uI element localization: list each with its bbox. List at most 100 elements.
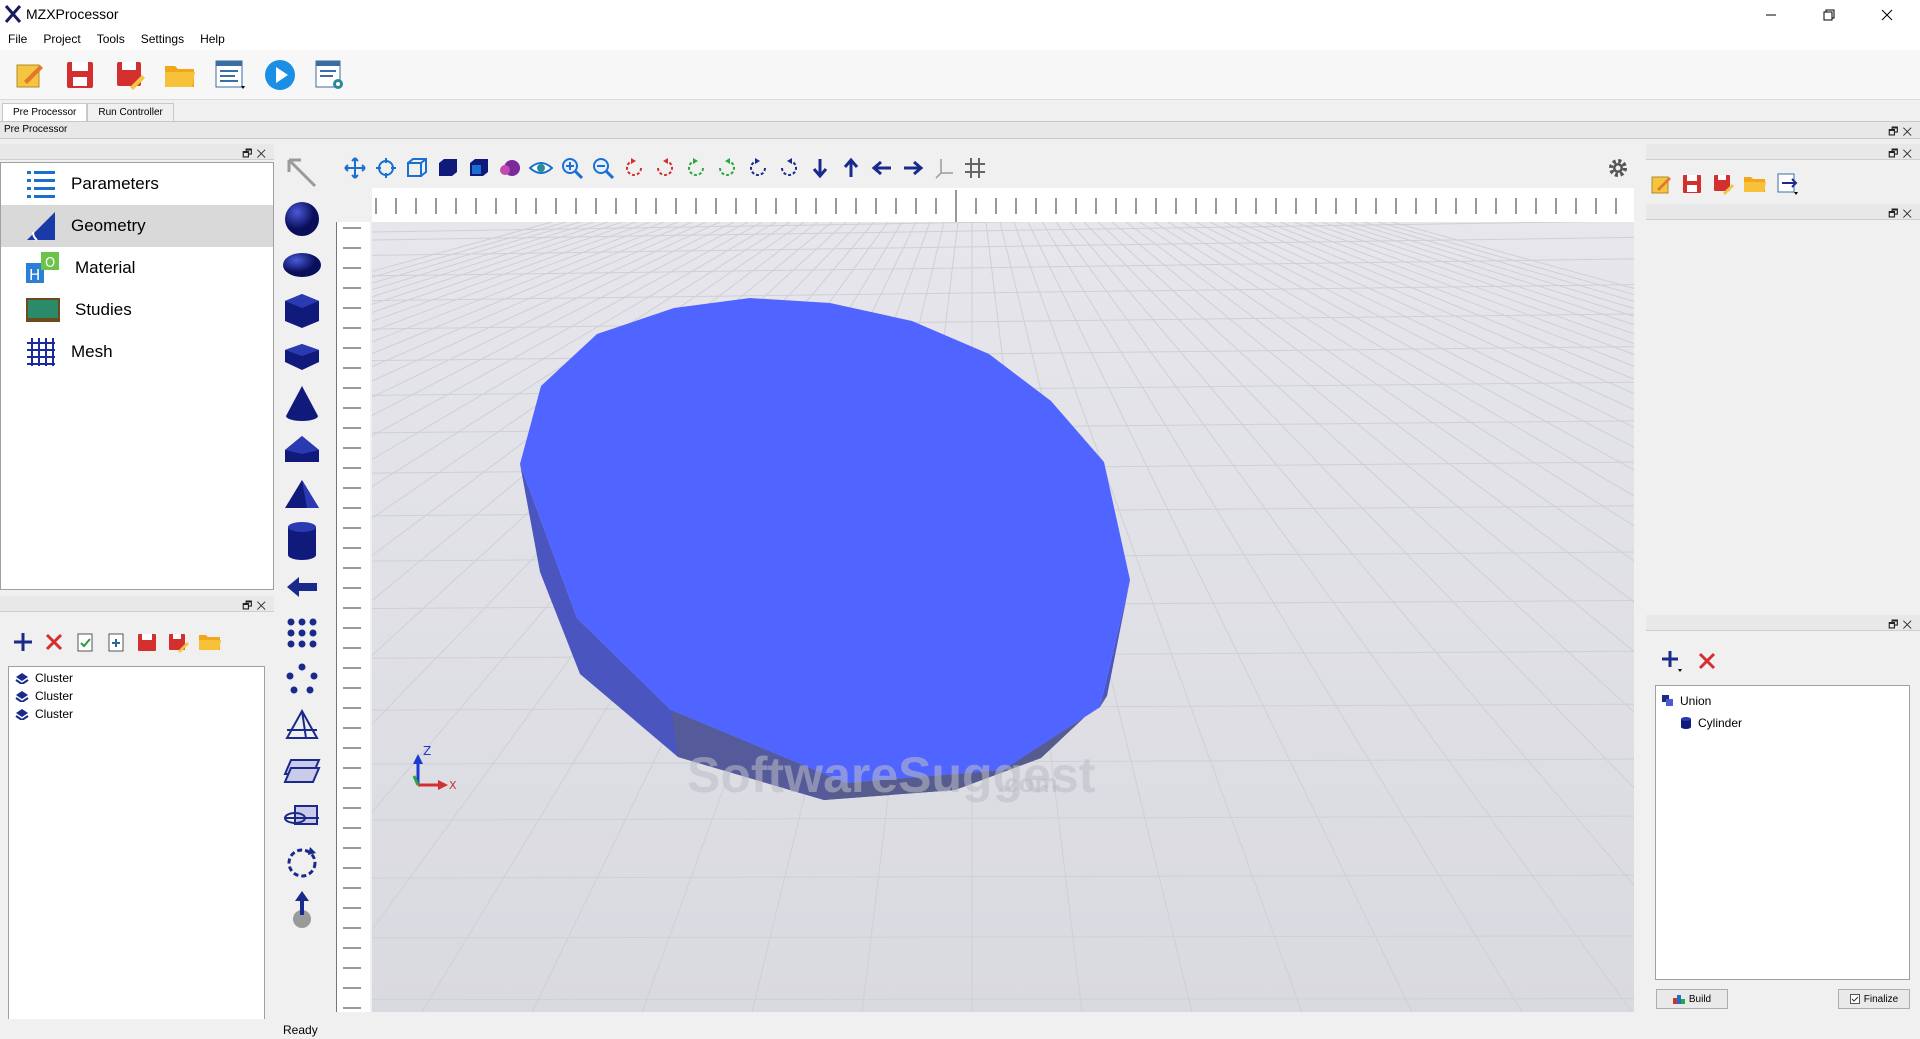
close-window-button[interactable]: [1858, 0, 1916, 30]
shape-toolbar: [276, 150, 328, 1020]
cone-button[interactable]: [276, 380, 328, 426]
rotate-x-cw-button[interactable]: [652, 156, 677, 181]
save-button-right[interactable]: [1681, 173, 1703, 195]
extrude-button[interactable]: [276, 564, 328, 610]
center-view-button[interactable]: [373, 156, 398, 181]
properties-button[interactable]: [210, 55, 250, 95]
box-button[interactable]: [276, 288, 328, 334]
pan-button[interactable]: [342, 156, 367, 181]
tree-node-label: Union: [1680, 694, 1712, 708]
save-as-button-right[interactable]: [1712, 173, 1734, 195]
rotate-y-cw-button[interactable]: [714, 156, 739, 181]
view-shaded-button[interactable]: [466, 156, 491, 181]
edit-button[interactable]: [1650, 173, 1672, 195]
menu-settings[interactable]: Settings: [133, 30, 192, 50]
cylinder-button[interactable]: [276, 518, 328, 564]
view-front-button[interactable]: [404, 156, 429, 181]
finalize-button[interactable]: Finalize: [1838, 989, 1910, 1009]
preview-button[interactable]: [310, 55, 350, 95]
minimize-button[interactable]: [1742, 0, 1800, 30]
grid-toggle-button[interactable]: [962, 156, 987, 181]
revolve-plane-button[interactable]: [276, 794, 328, 840]
svg-text:H: H: [29, 266, 40, 284]
plane-cut-button[interactable]: [276, 702, 328, 748]
delete-cluster-button[interactable]: [43, 631, 65, 653]
zoom-out-button[interactable]: [590, 156, 615, 181]
menu-file[interactable]: File: [0, 30, 35, 50]
rotate-button[interactable]: [276, 840, 328, 886]
save-button[interactable]: [60, 55, 100, 95]
open-folder-button-right[interactable]: [1743, 173, 1767, 195]
nav-item-geometry[interactable]: Geometry: [1, 205, 273, 247]
list-item[interactable]: Cluster: [15, 687, 264, 705]
scatter-points-button[interactable]: [276, 656, 328, 702]
restore-button[interactable]: [1800, 0, 1858, 30]
view-up-button[interactable]: [838, 156, 863, 181]
dock-buttons[interactable]: 🗗✕: [1888, 123, 1916, 142]
nav-item-material[interactable]: H O Material: [1, 247, 273, 289]
rotate-x-ccw-button[interactable]: [621, 156, 646, 181]
nav-item-mesh[interactable]: Mesh: [1, 331, 273, 373]
cluster-icon: [15, 673, 29, 684]
rotate-z-ccw-button[interactable]: [745, 156, 770, 181]
view-down-button[interactable]: [807, 156, 832, 181]
save-as-cluster-button[interactable]: [167, 631, 189, 653]
select-tool-button[interactable]: [276, 150, 328, 196]
clipboard-add-button[interactable]: [105, 631, 127, 653]
pyramid-button[interactable]: [276, 472, 328, 518]
clipboard-check-button[interactable]: [74, 631, 96, 653]
cylinder-icon: [1681, 717, 1691, 729]
rotate-cw-red-icon: [656, 158, 673, 176]
open-cluster-button[interactable]: [198, 631, 222, 653]
visibility-button[interactable]: [528, 156, 553, 181]
open-folder-button[interactable]: [160, 55, 200, 95]
nav-item-studies[interactable]: Studies: [1, 289, 273, 331]
list-icon: [27, 171, 55, 198]
run-button[interactable]: [260, 55, 300, 95]
zoom-in-button[interactable]: [559, 156, 584, 181]
3d-viewport[interactable]: Z X SoftwareSuggest .com: [372, 222, 1634, 1012]
sphere-button[interactable]: [276, 196, 328, 242]
tree-toolbar: [1660, 648, 1740, 674]
tree-node-cylinder[interactable]: Cylinder: [1662, 712, 1909, 734]
right-middle-dock-buttons[interactable]: 🗗✕: [1888, 205, 1916, 224]
slab-button[interactable]: [276, 334, 328, 380]
right-bottom-dock-buttons[interactable]: 🗗✕: [1888, 616, 1916, 635]
rotate-z-cw-button[interactable]: [776, 156, 801, 181]
save-as-button[interactable]: [110, 55, 150, 95]
menu-tools[interactable]: Tools: [89, 30, 133, 50]
studies-icon: [26, 298, 60, 322]
zoom-out-icon: [592, 158, 614, 179]
view-left-button[interactable]: [869, 156, 894, 181]
sheet-button[interactable]: [276, 748, 328, 794]
cube-icon: [285, 294, 319, 328]
list-item[interactable]: Cluster: [15, 669, 264, 687]
ellipsoid-button[interactable]: [276, 242, 328, 288]
right-top-dock-buttons[interactable]: 🗗✕: [1888, 145, 1916, 164]
tree-node-union[interactable]: Union: [1662, 690, 1909, 712]
rotate-cw-green-icon: [718, 158, 735, 176]
menu-project[interactable]: Project: [35, 30, 88, 50]
view-solid-button[interactable]: [435, 156, 460, 181]
new-project-button[interactable]: [10, 55, 50, 95]
grid-points-button[interactable]: [276, 610, 328, 656]
vertical-ruler-ticks: [343, 227, 361, 1009]
prism-button[interactable]: [276, 426, 328, 472]
nav-item-parameters[interactable]: Parameters: [1, 163, 273, 205]
build-button[interactable]: Build: [1656, 989, 1728, 1009]
menu-help[interactable]: Help: [192, 30, 233, 50]
material-view-button[interactable]: [497, 156, 522, 181]
export-button[interactable]: [1776, 172, 1800, 196]
rotate-y-ccw-button[interactable]: [683, 156, 708, 181]
add-cluster-button[interactable]: [12, 631, 34, 653]
zoom-in-icon: [561, 158, 583, 179]
save-cluster-button[interactable]: [136, 631, 158, 653]
cluster-panel-dock-buttons[interactable]: 🗗✕: [242, 597, 270, 616]
lift-button[interactable]: [276, 886, 328, 932]
list-item[interactable]: Cluster: [15, 705, 264, 723]
view-settings-button[interactable]: [1605, 156, 1630, 181]
delete-node-button[interactable]: [1696, 650, 1718, 672]
view-right-button[interactable]: [900, 156, 925, 181]
add-node-button[interactable]: [1660, 649, 1684, 673]
axes-toggle-button[interactable]: [931, 156, 956, 181]
